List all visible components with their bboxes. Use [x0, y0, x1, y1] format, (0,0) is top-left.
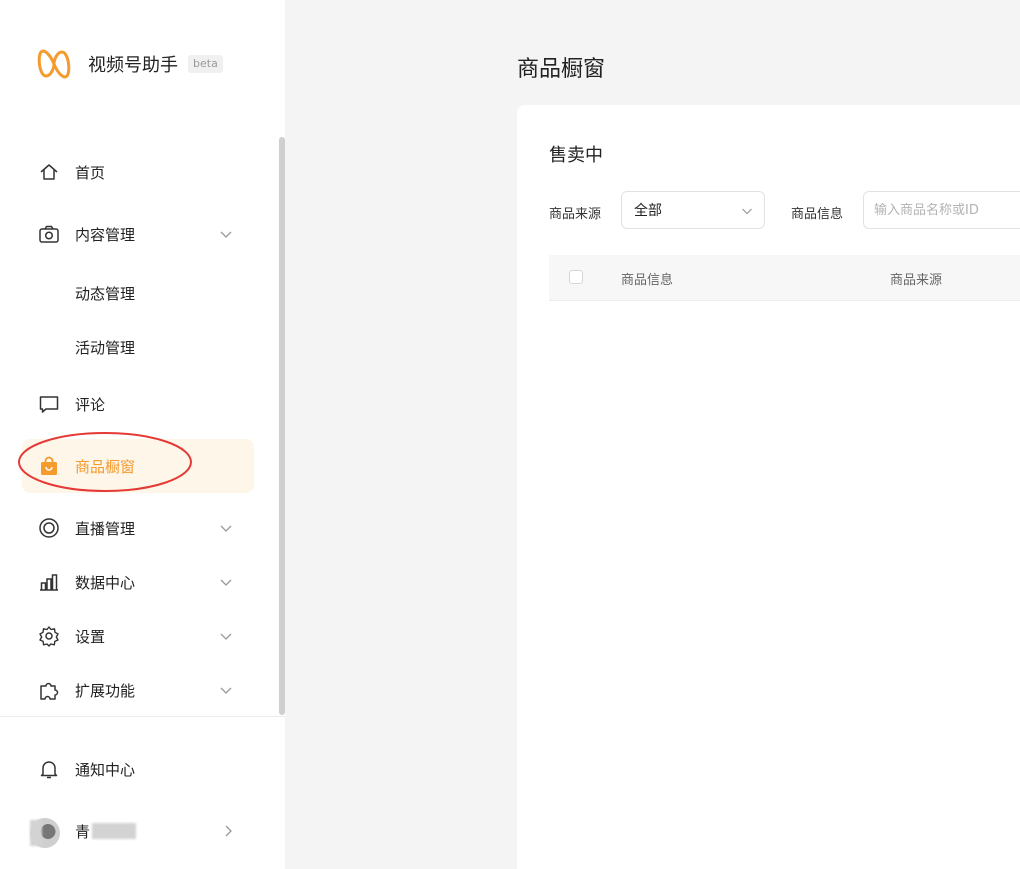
sidebar-item-label: 设置 — [75, 627, 106, 646]
sidebar-item-data[interactable]: 数据中心 — [22, 555, 254, 609]
user-profile[interactable]: 青 — [22, 804, 254, 858]
user-name: 青 — [75, 822, 91, 841]
sidebar-item-label: 通知中心 — [75, 760, 136, 779]
blurred-region — [92, 823, 136, 839]
table-header: 商品信息 商品来源 — [549, 255, 1020, 301]
logo-icon — [37, 49, 71, 79]
column-header[interactable]: 商品来源 — [890, 269, 942, 288]
app-title: 视频号助手 — [88, 55, 178, 76]
sidebar-item-label: 商品橱窗 — [75, 457, 136, 476]
sidebar-item-live[interactable]: 直播管理 — [22, 501, 254, 555]
chevron-down-icon — [220, 525, 232, 532]
sidebar-item-label: 直播管理 — [75, 519, 136, 538]
sidebar-item-notifications[interactable]: 通知中心 — [22, 742, 254, 796]
column-header[interactable]: 商品信息 — [621, 269, 673, 288]
home-icon — [38, 161, 60, 183]
sidebar-item-comments[interactable]: 评论 — [22, 377, 254, 431]
bell-icon — [38, 758, 60, 780]
avatar-spacer — [38, 820, 60, 842]
sidebar-item-showcase[interactable]: 商品橱窗 — [22, 439, 254, 493]
puzzle-icon — [38, 679, 60, 701]
gear-icon — [38, 625, 60, 647]
chevron-down-icon — [220, 579, 232, 586]
sidebar-item-settings[interactable]: 设置 — [22, 609, 254, 663]
chevron-down-icon — [220, 687, 232, 694]
beta-badge: beta — [188, 55, 223, 73]
app-logo[interactable]: 视频号助手 beta — [36, 46, 223, 82]
shopping-bag-icon — [38, 455, 60, 477]
sidebar-item-label: 评论 — [75, 395, 106, 414]
source-filter-label: 商品来源 — [549, 207, 602, 222]
sidebar-item-label: 内容管理 — [75, 225, 136, 244]
card-title: 售卖中 — [549, 145, 603, 166]
sidebar-item-label: 扩展功能 — [75, 681, 136, 700]
showcase-card: 售卖中 商品来源 全部 商品信息 商品信息 商品来源 — [517, 105, 1020, 869]
sidebar-item-extensions[interactable]: 扩展功能 — [22, 663, 254, 717]
info-filter-label: 商品信息 — [791, 207, 844, 222]
sidebar-item-label: 数据中心 — [75, 573, 136, 592]
chevron-down-icon — [220, 633, 232, 640]
camera-icon — [38, 223, 60, 245]
sidebar-subitem-moments[interactable]: 动态管理 — [75, 283, 135, 304]
chevron-down-icon — [220, 231, 232, 238]
sidebar-scrollbar[interactable] — [279, 137, 285, 715]
page-title: 商品橱窗 — [517, 57, 606, 82]
sidebar-item-home[interactable]: 首页 — [22, 145, 254, 199]
sidebar: 视频号助手 beta 首页 内容管理 动态管理 活动管理 评论 商品橱窗 直播管… — [0, 0, 285, 869]
chevron-down-icon — [742, 208, 752, 215]
sidebar-subitem-activities[interactable]: 活动管理 — [75, 337, 135, 358]
source-select[interactable]: 全部 — [621, 191, 765, 229]
source-select-value: 全部 — [634, 203, 662, 219]
bar-chart-icon — [38, 571, 60, 593]
chevron-right-icon — [225, 825, 232, 837]
comment-icon — [38, 393, 60, 415]
sidebar-item-label: 首页 — [75, 163, 106, 182]
sidebar-item-content[interactable]: 内容管理 — [22, 207, 254, 261]
live-icon — [38, 517, 60, 539]
select-all-checkbox[interactable] — [569, 270, 583, 284]
search-input[interactable] — [863, 191, 1020, 229]
sidebar-divider — [0, 716, 285, 717]
